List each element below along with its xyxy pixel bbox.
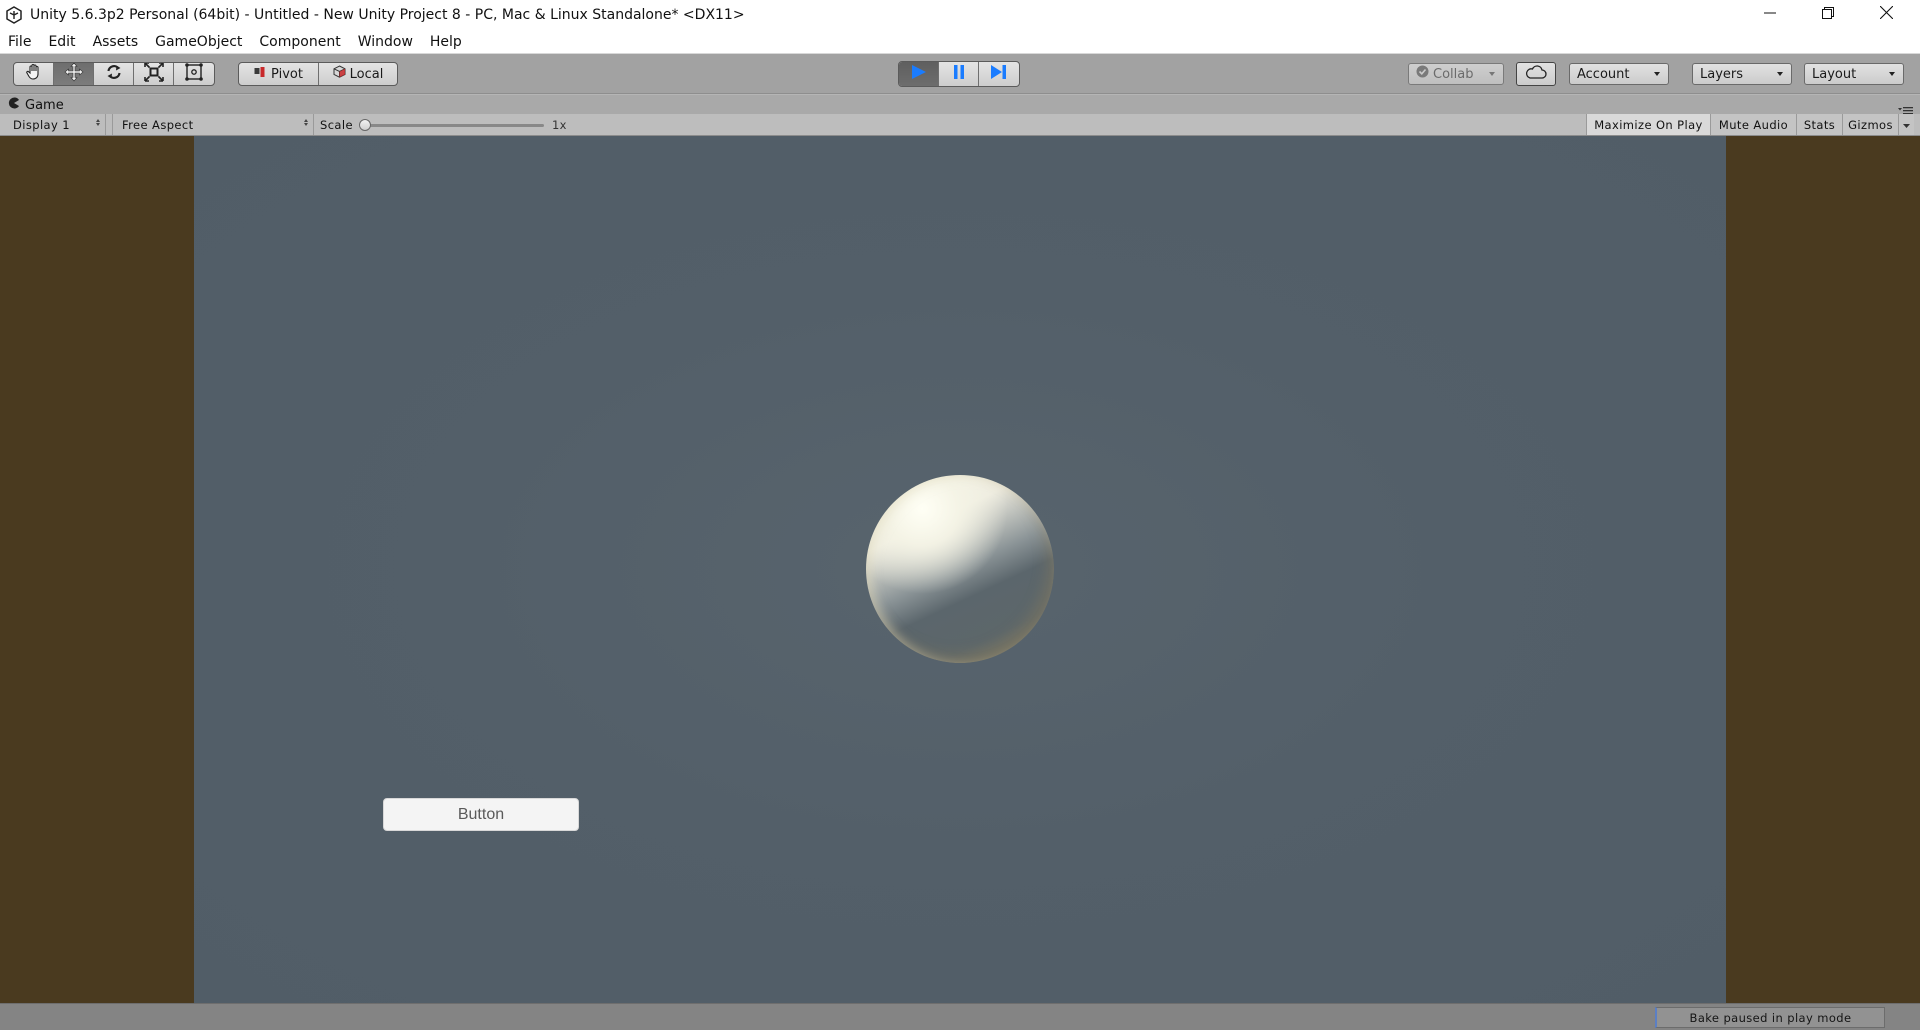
cloud-icon bbox=[1525, 64, 1547, 84]
play-icon bbox=[910, 64, 928, 85]
layers-dropdown[interactable]: Layers bbox=[1692, 63, 1792, 85]
letterbox-right bbox=[1726, 136, 1920, 1003]
layout-label: Layout bbox=[1812, 66, 1857, 82]
step-button[interactable] bbox=[979, 62, 1019, 86]
stats-label: Stats bbox=[1803, 117, 1836, 132]
bake-status-text: Bake paused in play mode bbox=[1689, 1010, 1852, 1025]
sphere-object bbox=[866, 475, 1054, 663]
mute-audio-label: Mute Audio bbox=[1718, 117, 1789, 132]
display-select-value: Display 1 bbox=[13, 117, 70, 132]
local-cube-icon bbox=[333, 65, 346, 83]
scale-icon bbox=[143, 63, 164, 85]
scale-value: 1x bbox=[551, 117, 567, 132]
hand-tool-button[interactable] bbox=[14, 63, 54, 85]
letterbox-left bbox=[0, 136, 194, 1003]
mute-audio-toggle[interactable]: Mute Audio bbox=[1710, 114, 1796, 135]
menu-window[interactable]: Window bbox=[358, 34, 413, 50]
aspect-select[interactable]: Free Aspect bbox=[112, 114, 314, 135]
scale-slider[interactable] bbox=[358, 118, 544, 131]
hand-icon bbox=[24, 63, 44, 85]
scale-control: Scale 1x bbox=[320, 114, 590, 135]
chevron-down-icon bbox=[1654, 72, 1660, 76]
game-control-bar: Display 1 Free Aspect Scale 1x Maximize … bbox=[0, 114, 1920, 136]
tab-game[interactable]: Game bbox=[8, 95, 64, 115]
rect-tool-button[interactable] bbox=[174, 63, 214, 85]
aspect-select-value: Free Aspect bbox=[122, 117, 194, 132]
close-button[interactable] bbox=[1857, 0, 1915, 30]
scale-label: Scale bbox=[320, 117, 353, 132]
gizmos-dropdown-button[interactable] bbox=[1898, 114, 1914, 135]
pivot-icon bbox=[254, 65, 266, 83]
display-select[interactable]: Display 1 bbox=[6, 114, 106, 135]
move-tool-button[interactable] bbox=[54, 63, 94, 85]
game-panel-header: Game bbox=[0, 94, 1920, 115]
account-label: Account bbox=[1577, 66, 1630, 82]
menu-component[interactable]: Component bbox=[259, 34, 340, 50]
window-title: Unity 5.6.3p2 Personal (64bit) - Untitle… bbox=[30, 7, 745, 23]
pivot-label: Pivot bbox=[271, 66, 303, 82]
local-label: Local bbox=[349, 66, 384, 82]
status-bar: Bake paused in play mode bbox=[0, 1003, 1920, 1030]
collab-dropdown[interactable]: Collab bbox=[1408, 63, 1504, 85]
updown-arrows-icon bbox=[96, 119, 100, 126]
pivot-button[interactable]: Pivot bbox=[239, 63, 319, 85]
chevron-down-icon bbox=[1903, 116, 1910, 134]
main-toolbar: Pivot Local Collab Account Layers Layout bbox=[0, 54, 1920, 94]
restore-icon bbox=[1822, 6, 1834, 24]
bake-status-indicator[interactable]: Bake paused in play mode bbox=[1655, 1007, 1885, 1028]
menu-file[interactable]: File bbox=[8, 34, 31, 50]
checkmark-circle-icon bbox=[1416, 65, 1429, 83]
chevron-down-icon bbox=[1889, 72, 1895, 76]
game-ui-button[interactable]: Button bbox=[383, 798, 579, 831]
menu-assets[interactable]: Assets bbox=[93, 34, 139, 50]
pause-icon bbox=[952, 64, 966, 85]
minimize-icon bbox=[1764, 6, 1776, 24]
cloud-button[interactable] bbox=[1516, 62, 1556, 86]
unity-logo-icon bbox=[4, 5, 24, 25]
local-button[interactable]: Local bbox=[319, 63, 397, 85]
layout-dropdown[interactable]: Layout bbox=[1804, 63, 1904, 85]
pivot-local-toggles: Pivot Local bbox=[238, 62, 398, 86]
playback-controls bbox=[898, 61, 1020, 87]
rect-transform-icon bbox=[184, 63, 204, 85]
menu-bar: File Edit Assets GameObject Component Wi… bbox=[0, 30, 1920, 54]
menu-edit[interactable]: Edit bbox=[48, 34, 75, 50]
minimize-button[interactable] bbox=[1741, 0, 1799, 30]
chevron-down-icon bbox=[1489, 72, 1495, 76]
collab-label: Collab bbox=[1433, 66, 1474, 82]
pause-button[interactable] bbox=[939, 62, 979, 86]
close-icon bbox=[1879, 5, 1893, 24]
maximize-on-play-toggle[interactable]: Maximize On Play bbox=[1586, 114, 1710, 135]
layers-label: Layers bbox=[1700, 66, 1744, 82]
updown-arrows-icon bbox=[304, 119, 308, 126]
maximize-on-play-label: Maximize On Play bbox=[1594, 117, 1703, 132]
game-view: Button bbox=[0, 136, 1920, 1003]
game-ui-button-label: Button bbox=[457, 805, 505, 823]
game-viewport[interactable]: Button bbox=[194, 136, 1726, 1003]
transform-tools bbox=[13, 62, 215, 86]
play-button[interactable] bbox=[899, 62, 939, 86]
rotate-tool-button[interactable] bbox=[94, 63, 134, 85]
rotate-icon bbox=[104, 63, 124, 85]
scale-slider-thumb[interactable] bbox=[358, 118, 371, 131]
gizmos-label: Gizmos bbox=[1848, 117, 1893, 132]
chevron-down-icon bbox=[1777, 72, 1783, 76]
menu-gameobject[interactable]: GameObject bbox=[155, 34, 242, 50]
tab-game-label: Game bbox=[25, 97, 64, 113]
restore-button[interactable] bbox=[1799, 0, 1857, 30]
stats-toggle[interactable]: Stats bbox=[1796, 114, 1842, 135]
account-dropdown[interactable]: Account bbox=[1569, 63, 1669, 85]
move-arrows-icon bbox=[64, 63, 84, 85]
pacman-game-icon bbox=[8, 96, 20, 114]
menu-help[interactable]: Help bbox=[430, 34, 462, 50]
title-bar: Unity 5.6.3p2 Personal (64bit) - Untitle… bbox=[0, 0, 1920, 30]
scale-tool-button[interactable] bbox=[134, 63, 174, 85]
gizmos-toggle[interactable]: Gizmos bbox=[1842, 114, 1898, 135]
step-icon bbox=[990, 64, 1008, 85]
scale-slider-track bbox=[362, 123, 544, 127]
